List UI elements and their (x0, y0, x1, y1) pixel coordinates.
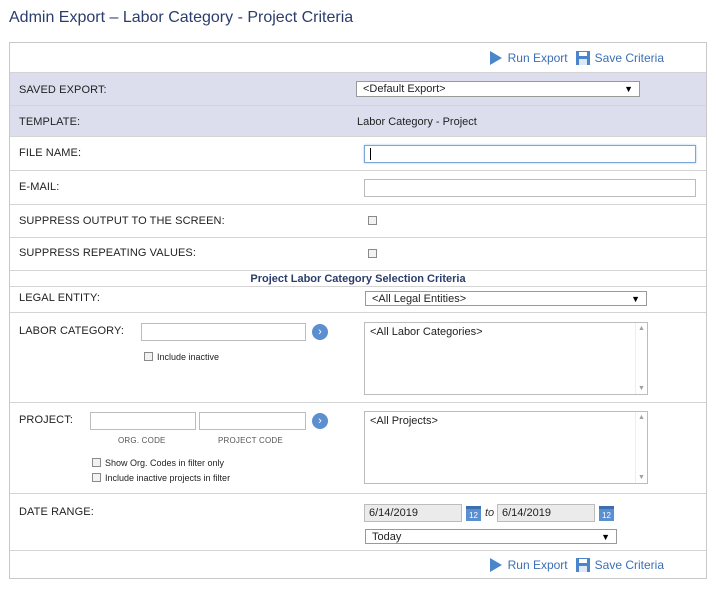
saved-export-select[interactable]: <Default Export> ▼ (356, 81, 640, 97)
suppress-repeating-row: SUPPRESS REPEATING VALUES: (10, 237, 706, 270)
project-code-caption: PROJECT CODE (218, 436, 283, 445)
file-name-row: FILE NAME: (10, 136, 706, 170)
project-search-button[interactable]: › (312, 413, 328, 429)
play-icon (489, 51, 503, 65)
legal-entity-value: <All Legal Entities> (372, 292, 467, 305)
save-disk-icon (575, 51, 590, 65)
suppress-repeating-checkbox[interactable] (368, 249, 377, 258)
file-name-input[interactable] (364, 145, 696, 163)
run-export-label: Run Export (507, 51, 568, 65)
text-caret (370, 148, 371, 160)
labor-category-include-inactive-label: Include inactive (157, 352, 220, 362)
labor-category-label: LABOR CATEGORY: (19, 325, 125, 337)
template-value: Labor Category - Project (357, 116, 477, 128)
labor-category-row: LABOR CATEGORY: › Include inactive <All … (10, 312, 706, 402)
date-preset-select[interactable]: Today ▼ (365, 529, 617, 544)
save-criteria-button[interactable]: Save Criteria (575, 557, 664, 572)
top-toolbar: Run Export Save Criteria (489, 44, 706, 72)
export-criteria-panel: Run Export Save Criteria SAVED EXPORT: <… (9, 42, 707, 579)
email-input[interactable] (364, 179, 696, 197)
saved-export-value: <Default Export> (363, 83, 446, 95)
list-item[interactable]: <All Projects> (370, 415, 438, 427)
show-org-codes-checkbox[interactable] (92, 458, 101, 467)
project-label: PROJECT: (19, 414, 73, 426)
calendar-day: 12 (602, 511, 611, 520)
chevron-right-icon: › (318, 326, 322, 338)
include-inactive-projects-checkbox[interactable] (92, 473, 101, 482)
file-name-label: FILE NAME: (19, 147, 82, 159)
labor-category-search-button[interactable]: › (312, 324, 328, 340)
suppress-output-checkbox[interactable] (368, 216, 377, 225)
template-label: TEMPLATE: (19, 116, 81, 128)
suppress-repeating-label: SUPPRESS REPEATING VALUES: (19, 247, 197, 259)
chevron-right-icon: › (318, 415, 322, 427)
list-item[interactable]: <All Labor Categories> (370, 326, 483, 338)
scroll-up-icon[interactable]: ▲ (638, 414, 645, 421)
labor-category-listbox[interactable]: <All Labor Categories> ▲ ▼ (364, 322, 648, 395)
suppress-output-label: SUPPRESS OUTPUT TO THE SCREEN: (19, 215, 225, 227)
suppress-output-row: SUPPRESS OUTPUT TO THE SCREEN: (10, 204, 706, 237)
include-inactive-projects-label: Include inactive projects in filter (105, 473, 231, 483)
listbox-scrollbar[interactable]: ▲ ▼ (635, 412, 647, 483)
date-range-label: DATE RANGE: (19, 506, 94, 518)
legal-entity-label: LEGAL ENTITY: (19, 292, 100, 304)
bottom-toolbar: Run Export Save Criteria (10, 550, 706, 578)
dropdown-arrow-icon: ▼ (631, 293, 640, 304)
project-listbox[interactable]: <All Projects> ▲ ▼ (364, 411, 648, 484)
org-code-input[interactable] (90, 412, 196, 430)
save-criteria-button[interactable]: Save Criteria (575, 51, 664, 65)
calendar-icon[interactable]: 12 (466, 506, 481, 521)
run-export-button[interactable]: Run Export (489, 51, 568, 65)
legal-entity-row: LEGAL ENTITY: <All Legal Entities> ▼ (10, 286, 706, 312)
page-title: Admin Export – Labor Category - Project … (9, 9, 354, 26)
save-criteria-label: Save Criteria (594, 557, 664, 572)
email-label: E-MAIL: (19, 181, 60, 193)
labor-category-include-inactive-checkbox[interactable] (144, 352, 153, 361)
saved-export-row: SAVED EXPORT: <Default Export> ▼ (10, 72, 706, 105)
date-to-label: to (485, 507, 495, 519)
show-org-codes-label: Show Org. Codes in filter only (105, 458, 225, 468)
play-icon (489, 557, 503, 572)
date-to-input[interactable]: 6/14/2019 (497, 504, 595, 522)
labor-category-filter-input[interactable] (141, 323, 306, 341)
scroll-down-icon[interactable]: ▼ (638, 474, 645, 481)
calendar-day: 12 (469, 511, 478, 520)
run-export-label: Run Export (507, 557, 568, 572)
scroll-up-icon[interactable]: ▲ (638, 325, 645, 332)
saved-export-label: SAVED EXPORT: (19, 84, 107, 96)
save-disk-icon (575, 557, 590, 572)
save-criteria-label: Save Criteria (594, 51, 664, 65)
project-code-input[interactable] (199, 412, 306, 430)
template-row: TEMPLATE: Labor Category - Project (10, 105, 706, 136)
section-title: Project Labor Category Selection Criteri… (250, 273, 466, 285)
listbox-scrollbar[interactable]: ▲ ▼ (635, 323, 647, 394)
project-row: PROJECT: › ORG. CODE PROJECT CODE Show O… (10, 402, 706, 493)
legal-entity-select[interactable]: <All Legal Entities> ▼ (365, 291, 647, 306)
date-preset-value: Today (372, 530, 402, 543)
scroll-down-icon[interactable]: ▼ (638, 385, 645, 392)
date-range-row: DATE RANGE: 6/14/2019 12 to 6/14/2019 12… (10, 493, 706, 549)
dropdown-arrow-icon: ▼ (601, 531, 610, 542)
dropdown-arrow-icon: ▼ (624, 84, 633, 94)
section-title-row: Project Labor Category Selection Criteri… (10, 270, 706, 286)
date-from-input[interactable]: 6/14/2019 (364, 504, 462, 522)
email-row: E-MAIL: (10, 170, 706, 204)
calendar-icon[interactable]: 12 (599, 506, 614, 521)
run-export-button[interactable]: Run Export (489, 557, 568, 572)
org-code-caption: ORG. CODE (118, 436, 166, 445)
